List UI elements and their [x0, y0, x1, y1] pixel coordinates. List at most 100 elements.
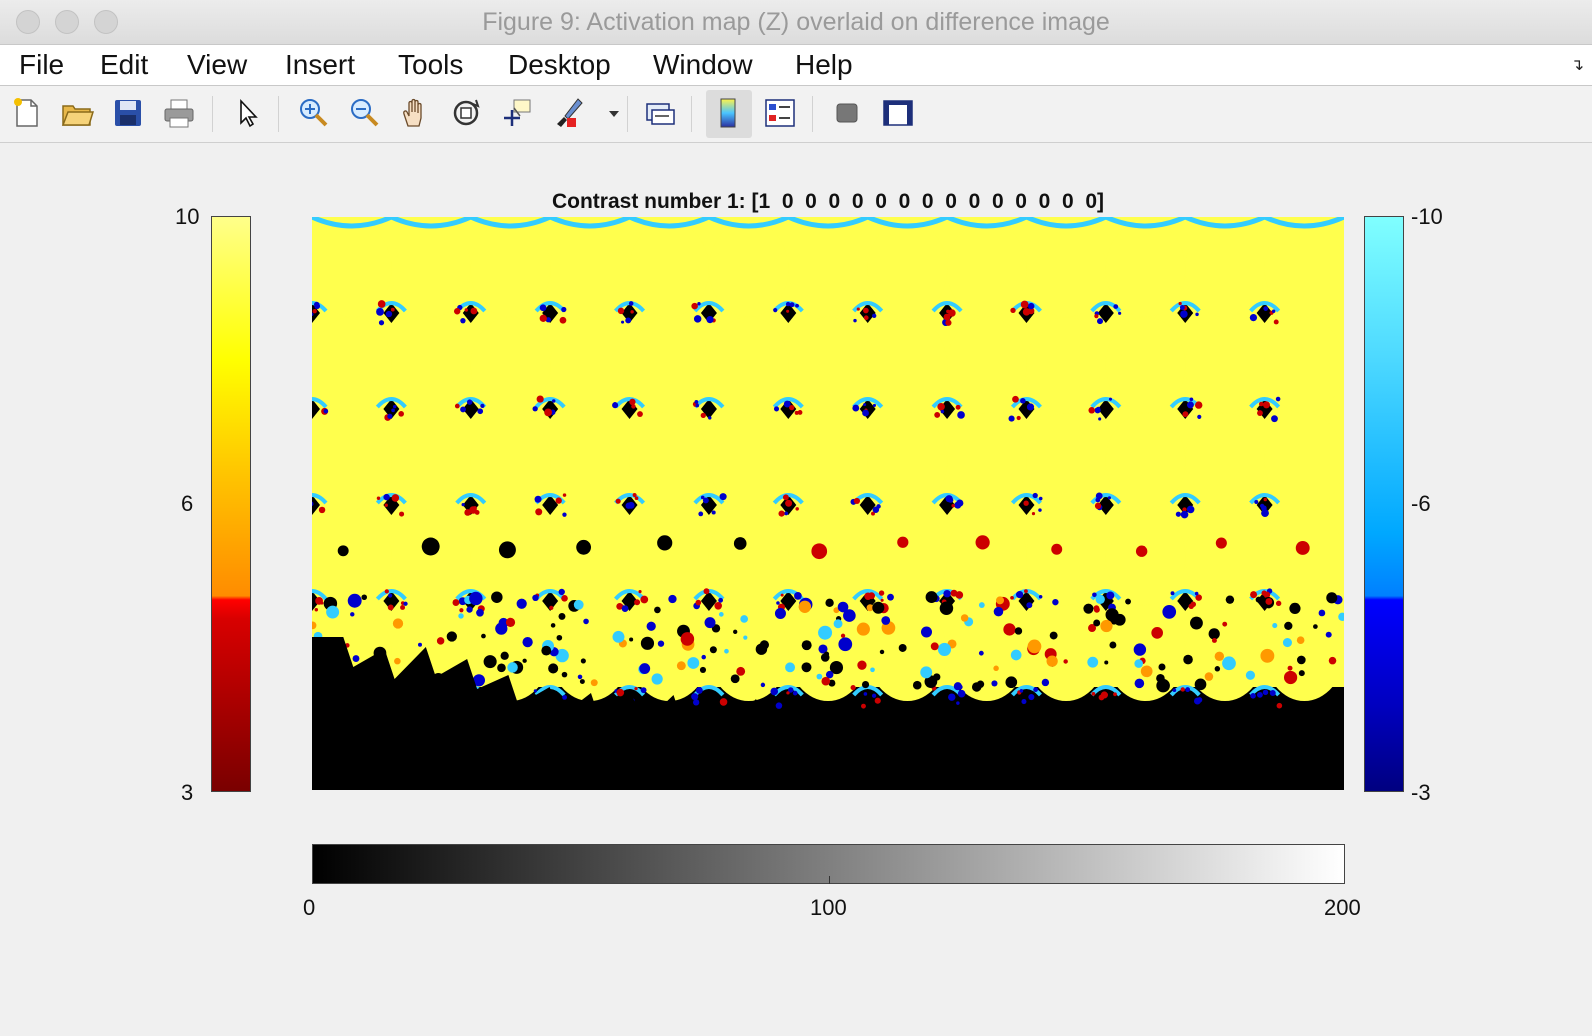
montage-noise-blob — [640, 636, 655, 650]
montage-slice — [708, 221, 789, 317]
montage-speckle — [384, 589, 389, 594]
save-icon[interactable] — [111, 96, 145, 130]
montage-speckle — [702, 497, 709, 504]
montage-noise-blob — [978, 602, 985, 608]
montage-speckle — [1273, 319, 1279, 325]
new-figure-icon[interactable] — [10, 96, 44, 130]
brush-dropdown-icon[interactable] — [597, 96, 619, 130]
menu-help[interactable]: Help — [795, 49, 853, 81]
montage-slice — [1026, 413, 1106, 509]
montage-speckle — [1106, 591, 1115, 600]
menu-tools[interactable]: Tools — [398, 49, 463, 81]
montage-speckle — [955, 404, 961, 410]
montage-noise-blob — [925, 591, 938, 604]
montage-speckle — [770, 687, 779, 696]
montage-speckle — [863, 692, 868, 696]
montage-speckle — [695, 599, 702, 606]
montage-speckle — [1118, 311, 1122, 315]
menu-edit[interactable]: Edit — [100, 49, 148, 81]
montage-noise-blob — [937, 642, 952, 656]
montage-noise-blob — [1214, 666, 1221, 672]
montage-noise-blob — [629, 637, 634, 642]
zoom-out-icon[interactable] — [347, 96, 381, 130]
montage-speckle — [792, 690, 798, 696]
menu-file[interactable]: File — [19, 49, 64, 81]
montage-speckle — [558, 588, 565, 596]
montage-speckle — [466, 606, 473, 613]
montage-speckle — [470, 307, 478, 315]
data-cursor-icon[interactable] — [500, 96, 534, 130]
montage-noise-blob — [522, 658, 527, 663]
pointer-icon[interactable] — [232, 96, 266, 130]
montage-noise-blob — [654, 606, 661, 614]
show-plot-tools-icon[interactable] — [881, 96, 915, 130]
montage-noise-blob — [701, 654, 706, 660]
legend-icon[interactable] — [763, 96, 797, 130]
montage-slice — [391, 221, 471, 317]
menu-window[interactable]: Window — [653, 49, 753, 81]
montage-speckle — [1275, 600, 1282, 607]
montage-speckle — [878, 590, 885, 596]
open-file-icon[interactable] — [60, 96, 94, 130]
montage-speckle — [708, 416, 712, 420]
montage-speckle — [695, 686, 703, 694]
montage-speckle — [391, 494, 400, 502]
montage-speckle — [1175, 511, 1181, 517]
montage-speckle — [853, 497, 861, 505]
montage-speckle — [956, 701, 960, 705]
montage-noise-blob — [446, 631, 457, 642]
montage-speckle — [312, 309, 317, 314]
montage-speckle — [862, 409, 869, 417]
activation-montage-image[interactable] — [312, 217, 1344, 790]
rotate-3d-icon[interactable] — [449, 96, 483, 130]
montage-noise-blob — [1133, 643, 1147, 656]
montage-slice — [1185, 509, 1265, 605]
montage-speckle — [1107, 496, 1111, 500]
montage-slice — [312, 509, 392, 605]
hide-plot-tools-icon[interactable] — [830, 96, 864, 130]
montage-speckle — [1010, 307, 1016, 314]
montage-slice — [947, 509, 1027, 605]
montage-noise-blob — [801, 640, 812, 651]
montage-speckle — [1020, 398, 1026, 404]
zoom-in-icon[interactable] — [296, 96, 330, 130]
montage-slice — [470, 221, 551, 317]
link-plot-icon[interactable] — [643, 96, 677, 130]
montage-speckle — [1170, 591, 1175, 596]
montage-speckle — [1180, 687, 1185, 692]
grayscale-colorbar-tick-right: 200 — [1324, 895, 1361, 920]
montage-slice — [629, 605, 709, 701]
montage-speckle — [861, 703, 866, 709]
montage-speckle — [784, 511, 789, 516]
montage-noise-blob — [1109, 641, 1117, 649]
montage-noise-blob — [1158, 663, 1166, 671]
montage-noise-blob — [730, 674, 740, 684]
montage-noise-blob — [1287, 665, 1293, 671]
colorbar-icon[interactable] — [712, 96, 746, 130]
print-icon[interactable] — [162, 96, 196, 130]
montage-noise-blob — [774, 607, 786, 619]
montage-speckle — [1195, 401, 1203, 409]
montage-slice — [550, 221, 630, 317]
brush-icon[interactable] — [551, 96, 585, 130]
menu-view[interactable]: View — [187, 49, 247, 81]
menu-insert[interactable]: Insert — [285, 49, 355, 81]
montage-speckle — [714, 601, 722, 610]
menu-desktop[interactable]: Desktop — [508, 49, 611, 81]
montage-noise-blob — [516, 598, 527, 609]
montage-speckle — [1093, 606, 1100, 613]
pan-hand-icon[interactable] — [398, 96, 432, 130]
positive-colorbar[interactable] — [211, 216, 251, 792]
montage-speckle — [1194, 591, 1199, 596]
montage-speckle — [1038, 496, 1043, 501]
montage-noise-blob — [558, 612, 566, 620]
montage-speckle — [1178, 301, 1182, 306]
montage-speckle — [376, 307, 384, 316]
dock-figure-icon[interactable]: ↴ — [1571, 55, 1584, 75]
montage-noise-blob — [785, 662, 796, 673]
negative-colorbar[interactable] — [1364, 216, 1404, 792]
montage-speckle — [948, 497, 954, 503]
montage-slice — [1185, 317, 1265, 413]
montage-speckle — [552, 399, 556, 403]
montage-speckle — [555, 497, 562, 504]
